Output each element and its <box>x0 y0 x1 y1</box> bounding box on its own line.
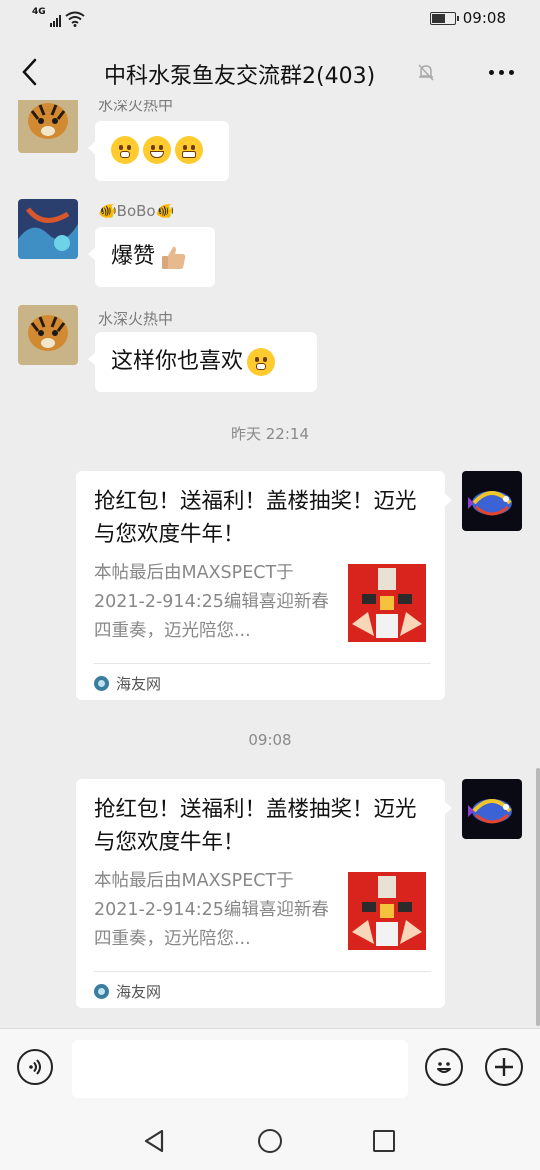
card-source-name: 海友网 <box>116 675 162 693</box>
message-bubble[interactable]: 爆赞 <box>88 227 215 287</box>
grimacing-face-icon <box>175 136 203 164</box>
wifi-icon <box>65 11 85 27</box>
system-nav-bar <box>0 1112 540 1170</box>
message-bubble[interactable]: 这样你也喜欢 <box>88 332 317 392</box>
avatar[interactable] <box>462 471 522 531</box>
card-description: 本帖最后由MAXSPECT于2021-2-914:25编辑喜迎新春四重奏，迈光陪… <box>94 563 329 641</box>
card-source: 海友网 <box>94 981 161 1002</box>
card-thumbnail <box>348 564 426 642</box>
chat-title[interactable]: 中科水泵鱼友交流群2(403) <box>104 58 375 90</box>
message-text: 爆赞 <box>111 244 156 269</box>
message-text: 这样你也喜欢 <box>111 349 244 374</box>
message-list[interactable]: 水深火热中 🐠BoBo🐠 爆赞 水深火热中 这样你也喜欢 昨天 22:14 抢红… <box>0 100 540 1028</box>
voice-icon <box>29 1059 41 1075</box>
sender-name: 水深火热中 <box>98 100 174 114</box>
nav-back-icon[interactable] <box>142 1128 166 1154</box>
timestamp: 09:08 <box>248 731 292 749</box>
input-bar <box>0 1028 540 1113</box>
card-source: 海友网 <box>94 673 161 694</box>
message-input[interactable] <box>72 1040 408 1098</box>
plus-button[interactable] <box>485 1048 523 1086</box>
card-divider <box>94 971 431 972</box>
card-thumbnail <box>348 872 426 950</box>
back-button[interactable] <box>14 54 44 90</box>
nav-recents-icon[interactable] <box>373 1130 395 1152</box>
link-card[interactable]: 抢红包！送福利！盖楼抽奖！迈光与您欢度牛年！ 本帖最后由MAXSPECT于202… <box>76 471 452 700</box>
status-bar: 4G 09:08 <box>0 0 540 38</box>
chat-header: 中科水泵鱼友交流群2(403) <box>0 38 540 108</box>
timestamp: 昨天 22:14 <box>231 425 309 443</box>
avatar[interactable] <box>18 199 78 259</box>
card-title: 抢红包！送福利！盖楼抽奖！迈光与您欢度牛年！ <box>94 489 417 547</box>
card-source-name: 海友网 <box>116 983 162 1001</box>
link-card[interactable]: 抢红包！送福利！盖楼抽奖！迈光与您欢度牛年！ 本帖最后由MAXSPECT于202… <box>76 779 452 1008</box>
scrollbar[interactable] <box>536 768 540 1026</box>
nav-home-icon[interactable] <box>258 1129 282 1153</box>
emoji-icon <box>437 1062 451 1073</box>
avatar[interactable] <box>18 305 78 365</box>
bell-muted-icon <box>418 64 434 81</box>
thumbs-up-icon <box>162 246 186 269</box>
more-button[interactable] <box>489 60 514 84</box>
sender-name: 水深火热中 <box>98 310 174 328</box>
chevron-left-icon <box>22 58 37 86</box>
thinking-face-icon <box>247 348 276 376</box>
signal-icon <box>49 13 61 27</box>
plus-icon <box>495 1058 513 1076</box>
avatar[interactable] <box>18 100 78 153</box>
network-type: 4G <box>32 7 46 17</box>
battery-icon <box>429 11 459 25</box>
card-divider <box>94 663 431 664</box>
grinning-squint-face-icon <box>143 136 171 164</box>
message-bubble[interactable] <box>88 121 229 181</box>
source-logo-icon <box>94 676 109 691</box>
source-logo-icon <box>94 984 109 999</box>
emoji-button[interactable] <box>425 1048 463 1086</box>
sender-name: 🐠BoBo🐠 <box>98 202 175 220</box>
card-description: 本帖最后由MAXSPECT于2021-2-914:25编辑喜迎新春四重奏，迈光陪… <box>94 871 329 949</box>
voice-button[interactable] <box>17 1049 53 1085</box>
status-time: 09:08 <box>462 9 506 27</box>
card-title: 抢红包！送福利！盖楼抽奖！迈光与您欢度牛年！ <box>94 797 417 855</box>
thinking-face-icon <box>111 136 139 164</box>
avatar[interactable] <box>462 779 522 839</box>
